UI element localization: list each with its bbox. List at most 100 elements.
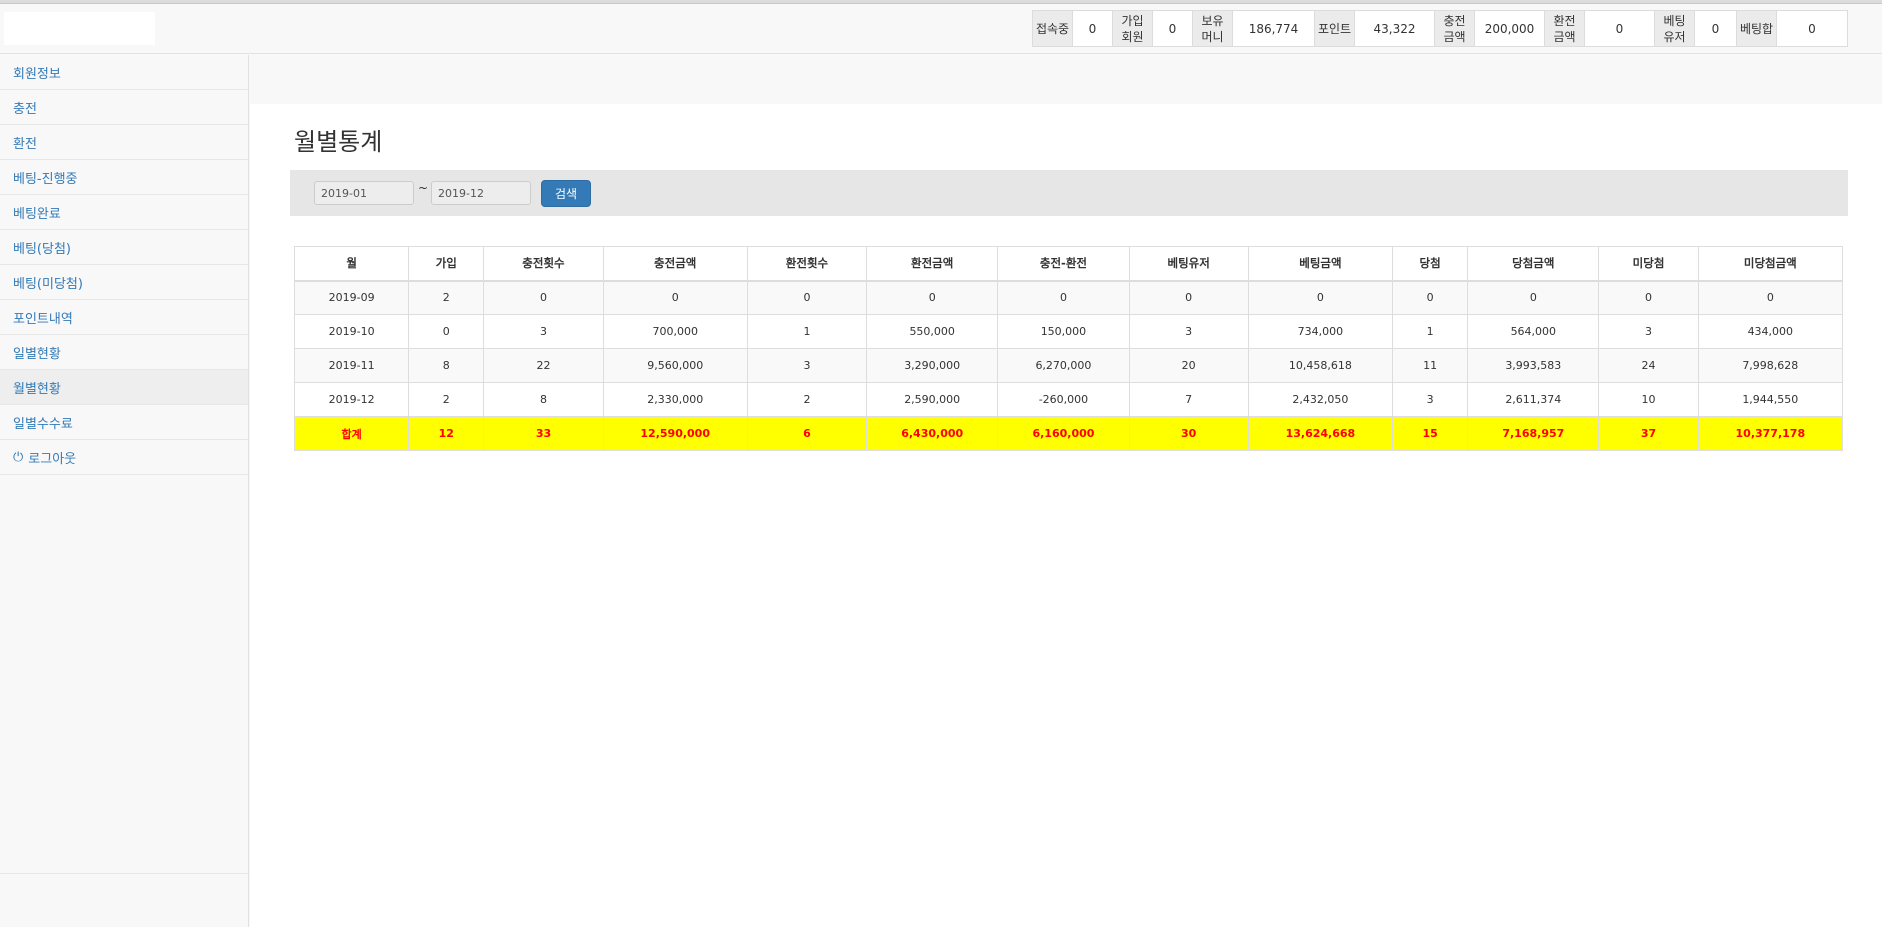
table-cell: 0 xyxy=(1697,280,1844,315)
table-cell: 2 xyxy=(746,382,868,417)
table-cell: 10,458,618 xyxy=(1247,348,1394,383)
table-cell: 1 xyxy=(746,314,868,349)
sidebar-item[interactable]: 회원정보 xyxy=(0,55,248,90)
column-header[interactable]: 미당첨금액 xyxy=(1697,246,1844,282)
sidebar-item[interactable]: 충전 xyxy=(0,90,248,125)
total-cell: 6 xyxy=(746,416,868,451)
logout-label: 로그아웃 xyxy=(28,451,77,467)
total-cell: 10,377,178 xyxy=(1697,416,1844,451)
table-cell: 700,000 xyxy=(602,314,748,349)
table-cell: 3 xyxy=(1598,314,1699,349)
sidebar-item-label: 베팅(당첨) xyxy=(13,241,71,257)
stat-label: 베팅 유저 xyxy=(1655,11,1695,46)
table-cell: 0 xyxy=(1467,280,1600,315)
table-cell: -260,000 xyxy=(997,382,1130,417)
table-header-row: 월 가입 충전횟수 충전금액 환전횟수 환전금액 충전-환전 베팅유저 베팅금액 당첨 당첨금액 미당… xyxy=(293,246,1844,282)
column-header[interactable]: 당첨금액 xyxy=(1467,246,1600,282)
date-from-input[interactable] xyxy=(314,181,414,205)
date-range-separator: ~ xyxy=(418,181,429,195)
total-cell: 6,160,000 xyxy=(997,416,1130,451)
table-cell: 7,998,628 xyxy=(1697,348,1844,383)
sidebar-item-label: 충전 xyxy=(13,101,37,117)
power-icon: ⏻ xyxy=(13,449,24,465)
table-cell: 7 xyxy=(1128,382,1249,417)
stat-label: 포인트 xyxy=(1315,11,1355,46)
table-cell: 24 xyxy=(1598,348,1699,383)
sidebar-item-label: 회원정보 xyxy=(13,66,61,82)
stat-label: 충전 금액 xyxy=(1435,11,1475,46)
table-cell: 2,330,000 xyxy=(602,382,748,417)
total-cell: 30 xyxy=(1128,416,1249,451)
date-to-input[interactable] xyxy=(431,181,531,205)
table-cell: 11 xyxy=(1392,348,1469,383)
table-cell: 8 xyxy=(483,382,604,417)
stat-label: 가입 회원 xyxy=(1113,11,1153,46)
logo[interactable] xyxy=(4,12,155,45)
table-cell: 1,944,550 xyxy=(1697,382,1844,417)
stat-value: 0 xyxy=(1073,11,1113,46)
table-cell: 1 xyxy=(1392,314,1469,349)
sidebar-item[interactable]: 포인트내역 xyxy=(0,300,248,335)
column-header[interactable]: 베팅유저 xyxy=(1128,246,1249,282)
column-header[interactable]: 가입 xyxy=(408,246,485,282)
column-header[interactable]: 충전금액 xyxy=(602,246,748,282)
sidebar-item[interactable]: 월별현황 xyxy=(0,370,248,405)
monthly-stats-table: 월 가입 충전횟수 충전금액 환전횟수 환전금액 충전-환전 베팅유저 베팅금액 당첨 당첨금액 미당… xyxy=(293,246,1844,451)
column-header[interactable]: 월 xyxy=(293,246,410,282)
page-title: 월별통계 xyxy=(294,128,383,156)
column-header[interactable]: 미당첨 xyxy=(1598,246,1699,282)
sidebar-item-label: 월별현황 xyxy=(13,381,61,397)
sidebar: 회원정보충전환전베팅-진행중베팅완료베팅(당첨) 베팅(미당첨) 포인트내역일별현황… xyxy=(0,55,249,927)
sidebar-item[interactable]: 베팅(미당첨) xyxy=(0,265,248,300)
sidebar-item-label: 포인트내역 xyxy=(13,311,73,327)
table-cell: 2 xyxy=(408,280,485,315)
column-header[interactable]: 환전횟수 xyxy=(746,246,868,282)
table-cell: 0 xyxy=(1128,280,1249,315)
stat-label: 베팅합 xyxy=(1737,11,1777,46)
sidebar-item-label: 일별현황 xyxy=(13,346,61,362)
sidebar-item[interactable]: 베팅(당첨) xyxy=(0,230,248,265)
table-row: 2019-11 8 22 9,560,000 3 3,290,000 6,270,000 20… xyxy=(293,348,1844,383)
total-cell: 합계 xyxy=(293,416,410,451)
table-cell: 3 xyxy=(1128,314,1249,349)
table-cell: 0 xyxy=(483,280,604,315)
table-cell: 2,611,374 xyxy=(1467,382,1600,417)
stat-value: 200,000 xyxy=(1475,11,1545,46)
total-cell: 12,590,000 xyxy=(602,416,748,451)
column-header[interactable]: 당첨 xyxy=(1392,246,1469,282)
table-cell: 9,560,000 xyxy=(602,348,748,383)
total-row: 합계 12 33 12,590,000 6 6,430,000 6,160,000 30 13,… xyxy=(293,416,1844,451)
sidebar-item[interactable]: 일별수수료 xyxy=(0,405,248,440)
table-cell: 0 xyxy=(408,314,485,349)
column-header[interactable]: 충전-환전 xyxy=(997,246,1130,282)
table-cell: 550,000 xyxy=(866,314,999,349)
column-header[interactable]: 환전금액 xyxy=(866,246,999,282)
logout-button[interactable]: ⏻ 로그아웃 xyxy=(0,440,248,475)
column-header[interactable]: 베팅금액 xyxy=(1247,246,1394,282)
filter-bar: ~ 검색 xyxy=(290,170,1848,216)
stat-value: 186,774 xyxy=(1233,11,1315,46)
top-bar: 접속중 0 가입 회원 0 보유 머니 186,774 포인트 43,322 충전 금액 200,000… xyxy=(0,4,1882,54)
search-button[interactable]: 검색 xyxy=(541,180,591,207)
table-cell: 6,270,000 xyxy=(997,348,1130,383)
table-row: 2019-09 2 0 0 0 0 0 0 0 0 0 0 0 xyxy=(293,280,1844,315)
column-header[interactable]: 충전횟수 xyxy=(483,246,604,282)
main-content: 월별통계 ~ 검색 월가입충전횟수충전금액환전횟수환전금액충전-환전베팅유저베팅… xyxy=(250,104,1882,927)
sidebar-item[interactable]: 베팅완료 xyxy=(0,195,248,230)
stat-value: 0 xyxy=(1153,11,1193,46)
table-cell: 150,000 xyxy=(997,314,1130,349)
sidebar-item-label: 베팅(미당첨) xyxy=(13,276,83,292)
sidebar-item-label: 베팅-진행중 xyxy=(13,171,78,187)
stat-label: 환전 금액 xyxy=(1545,11,1585,46)
stat-label: 보유 머니 xyxy=(1193,11,1233,46)
sidebar-item[interactable]: 일별현황 xyxy=(0,335,248,370)
total-cell: 6,430,000 xyxy=(866,416,999,451)
sidebar-item[interactable]: 베팅-진행중 xyxy=(0,160,248,195)
table-cell: 3,290,000 xyxy=(866,348,999,383)
sidebar-item[interactable]: 환전 xyxy=(0,125,248,160)
total-cell: 12 xyxy=(408,416,485,451)
table-cell: 22 xyxy=(483,348,604,383)
table-row: 2019-12 2 8 2,330,000 2 2,590,000 -260,000 7 2,4… xyxy=(293,382,1844,417)
stat-label: 접속중 xyxy=(1033,11,1073,46)
table-cell: 0 xyxy=(1598,280,1699,315)
